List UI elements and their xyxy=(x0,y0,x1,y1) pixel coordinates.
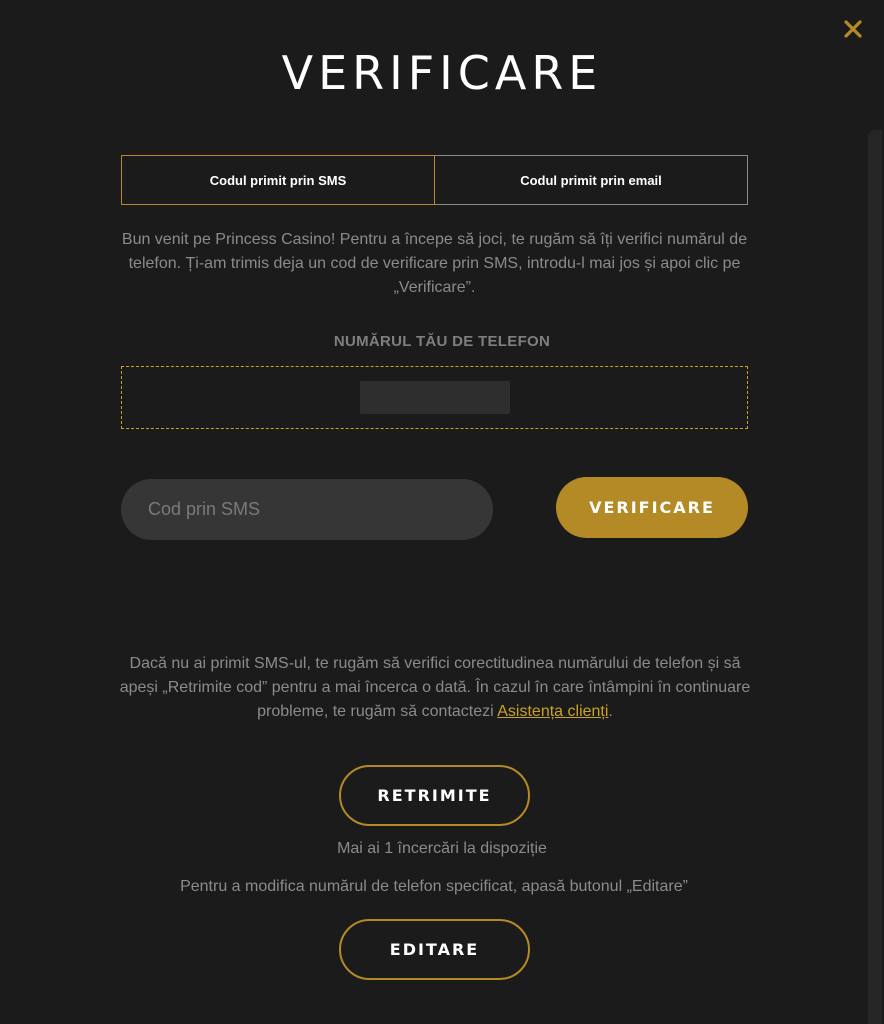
edit-button[interactable]: EDITARE xyxy=(339,919,530,980)
sms-code-input[interactable] xyxy=(121,479,493,540)
close-icon xyxy=(844,20,862,38)
close-button[interactable] xyxy=(838,14,868,44)
tab-sms[interactable]: Codul primit prin SMS xyxy=(121,155,435,205)
intro-text: Bun venit pe Princess Casino! Pentru a î… xyxy=(121,231,748,296)
phone-number-box xyxy=(121,366,748,429)
verify-button[interactable]: VERIFICARE xyxy=(556,477,748,538)
customer-support-link[interactable]: Asistența clienți xyxy=(497,703,608,720)
tab-email[interactable]: Codul primit prin email xyxy=(435,155,748,205)
attempts-remaining-text: Mai ai 1 încercări la dispoziție xyxy=(337,840,547,857)
phone-number-value-redacted xyxy=(359,381,510,414)
resend-button[interactable]: RETRIMITE xyxy=(339,765,530,826)
help-text-before-link: Dacă nu ai primit SMS-ul, te rugăm să ve… xyxy=(119,655,751,720)
help-text-after-link: . xyxy=(608,703,613,720)
verification-modal: VERIFICARE Codul primit prin SMS Codul p… xyxy=(0,0,884,1024)
scrollbar[interactable] xyxy=(868,130,882,1024)
edit-hint-text: Pentru a modifica numărul de telefon spe… xyxy=(180,878,688,895)
verification-method-tabs: Codul primit prin SMS Codul primit prin … xyxy=(121,155,748,205)
modal-title: VERIFICARE xyxy=(281,46,603,100)
help-text: Dacă nu ai primit SMS-ul, te rugăm să ve… xyxy=(110,652,760,724)
phone-label: NUMĂRUL TĂU DE TELEFON xyxy=(333,333,551,350)
